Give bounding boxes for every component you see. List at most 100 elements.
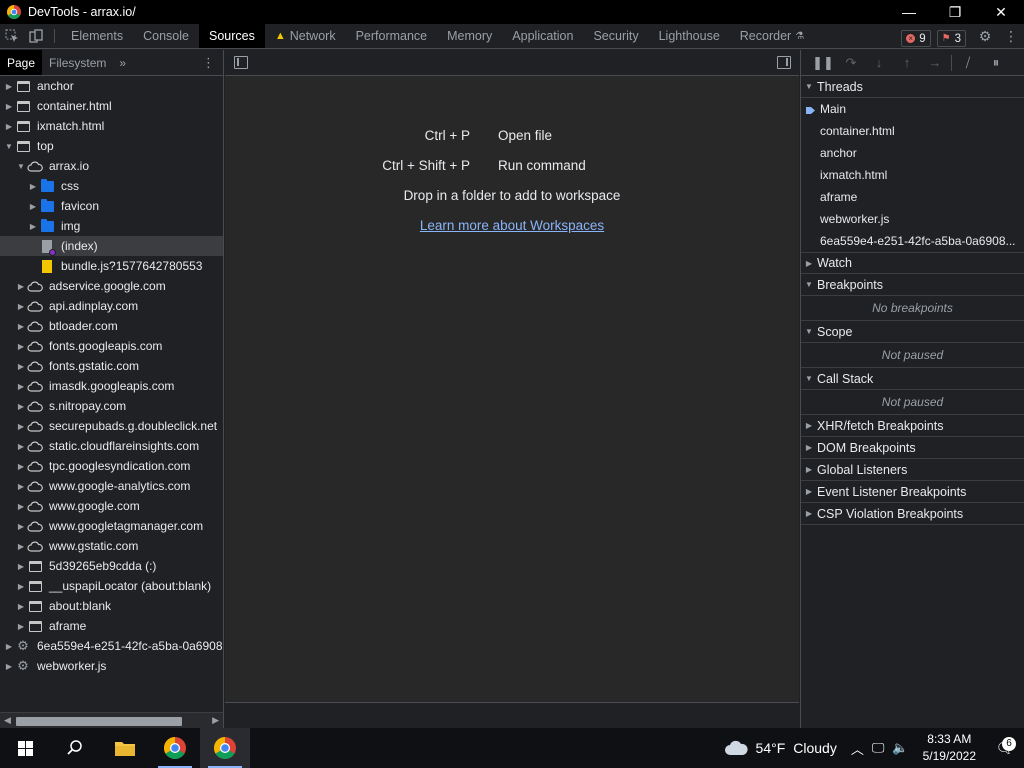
debugger-section-header[interactable]: ▶ Global Listeners <box>801 459 1024 481</box>
step-icon[interactable]: → <box>921 55 949 70</box>
tree-item[interactable]: ▶ btloader.com <box>0 316 223 336</box>
start-button[interactable] <box>0 728 50 768</box>
tree-item[interactable]: ▶ 5d39265eb9cdda (:) <box>0 556 223 576</box>
expand-arrow-icon[interactable]: ▶ <box>15 342 27 351</box>
scrollbar-thumb[interactable] <box>16 717 182 726</box>
step-out-icon[interactable]: ↑ <box>893 55 921 70</box>
expand-arrow-icon[interactable]: ▶ <box>15 362 27 371</box>
debugger-section-header[interactable]: ▶ DOM Breakpoints <box>801 437 1024 459</box>
expand-arrow-icon[interactable]: ▶ <box>15 622 27 631</box>
tree-item[interactable]: ▶ imasdk.googleapis.com <box>0 376 223 396</box>
expand-arrow-icon[interactable]: ▶ <box>15 542 27 551</box>
navigator-menu-icon[interactable]: ⋮ <box>202 55 215 71</box>
network-icon[interactable]: 🖵 <box>872 740 885 756</box>
step-over-icon[interactable]: ↷ <box>837 55 865 71</box>
expand-arrow-icon[interactable]: ▶ <box>15 322 27 331</box>
tab-elements[interactable]: Elements <box>61 24 133 48</box>
tree-item[interactable]: ▶ securepubads.g.doubleclick.net <box>0 416 223 436</box>
tree-item[interactable]: ▶ ixmatch.html <box>0 116 223 136</box>
debugger-section-header[interactable]: ▶ XHR/fetch Breakpoints <box>801 415 1024 437</box>
scroll-left-arrow-icon[interactable]: ◀ <box>4 715 11 726</box>
issues-count-badge[interactable]: ⚑ 3 <box>936 30 966 47</box>
tree-item[interactable]: bundle.js?1577642780553 <box>0 256 223 276</box>
tree-item[interactable]: ▶ fonts.gstatic.com <box>0 356 223 376</box>
toggle-debugger-icon[interactable] <box>777 56 791 69</box>
breakpoints-section-header[interactable]: ▼ Breakpoints <box>801 274 1024 296</box>
inspect-element-icon[interactable] <box>0 24 24 48</box>
debugger-section-header[interactable]: ▶ Event Listener Breakpoints <box>801 481 1024 503</box>
pause-resume-icon[interactable]: ❚❚ <box>809 55 837 71</box>
tree-item[interactable]: ▶ www.google.com <box>0 496 223 516</box>
thread-item[interactable]: ixmatch.html <box>801 164 1024 186</box>
tree-item[interactable]: ▶ s.nitropay.com <box>0 396 223 416</box>
expand-arrow-icon[interactable]: ▶ <box>15 522 27 531</box>
error-count-badge[interactable]: × 9 <box>901 30 931 47</box>
collapse-arrow-icon[interactable]: ▼ <box>15 162 27 171</box>
debugger-section-header[interactable]: ▶ CSP Violation Breakpoints <box>801 503 1024 525</box>
search-button[interactable] <box>50 728 100 768</box>
restore-button[interactable]: ❐ <box>932 0 978 24</box>
tab-page[interactable]: Page <box>0 50 43 75</box>
expand-arrow-icon[interactable]: ▶ <box>15 482 27 491</box>
expand-arrow-icon[interactable]: ▶ <box>15 462 27 471</box>
tab-application[interactable]: Application <box>502 24 583 48</box>
tab-lighthouse[interactable]: Lighthouse <box>649 24 730 48</box>
settings-gear-icon[interactable]: ⚙ <box>972 28 998 45</box>
tree-item[interactable]: ▶ adservice.google.com <box>0 276 223 296</box>
scroll-right-arrow-icon[interactable]: ▶ <box>212 715 219 726</box>
tree-item[interactable]: ▶ www.googletagmanager.com <box>0 516 223 536</box>
tree-item[interactable]: ▶ favicon <box>0 196 223 216</box>
close-button[interactable]: ✕ <box>978 0 1024 24</box>
expand-arrow-icon[interactable]: ▶ <box>15 502 27 511</box>
clock[interactable]: 8:33 AM 5/19/2022 <box>923 731 976 765</box>
tree-item[interactable]: ▶ fonts.googleapis.com <box>0 336 223 356</box>
chevron-up-icon[interactable]: ︿ <box>851 739 864 758</box>
chrome-taskbar-button[interactable] <box>150 728 200 768</box>
learn-workspaces-link[interactable]: Learn more about Workspaces <box>420 218 604 233</box>
pause-on-exceptions-icon[interactable]: ⏸ <box>982 55 1010 71</box>
expand-arrow-icon[interactable]: ▶ <box>3 642 15 651</box>
tree-item[interactable]: ▶ tpc.googlesyndication.com <box>0 456 223 476</box>
expand-arrow-icon[interactable]: ▶ <box>3 662 15 671</box>
thread-item[interactable]: 6ea559e4-e251-42fc-a5ba-0a6908... <box>801 230 1024 252</box>
tab-performance[interactable]: Performance <box>346 24 438 48</box>
expand-arrow-icon[interactable]: ▶ <box>3 102 15 111</box>
tab-filesystem[interactable]: Filesystem <box>42 50 113 75</box>
thread-item[interactable]: container.html <box>801 120 1024 142</box>
tree-item[interactable]: ▶ img <box>0 216 223 236</box>
tab-console[interactable]: Console <box>133 24 199 48</box>
tree-item[interactable]: ▶ aframe <box>0 616 223 636</box>
threads-section-header[interactable]: ▼ Threads <box>801 76 1024 98</box>
more-options-icon[interactable]: ⋮ <box>998 28 1024 45</box>
expand-arrow-icon[interactable]: ▶ <box>3 82 15 91</box>
tree-item[interactable]: ▶ __uspapiLocator (about:blank) <box>0 576 223 596</box>
deactivate-breakpoints-icon[interactable]: ⧸ <box>954 55 982 71</box>
notifications-button[interactable]: 🗨 6 <box>986 737 1024 757</box>
tree-item[interactable]: ▶ api.adinplay.com <box>0 296 223 316</box>
tree-item[interactable]: ▶ css <box>0 176 223 196</box>
thread-item[interactable]: webworker.js <box>801 208 1024 230</box>
tree-item[interactable]: ▶ container.html <box>0 96 223 116</box>
tree-item[interactable]: ▶ ⚙ webworker.js <box>0 656 223 676</box>
thread-item[interactable]: aframe <box>801 186 1024 208</box>
tree-item[interactable]: ▶ www.gstatic.com <box>0 536 223 556</box>
tree-item[interactable]: ▼ arrax.io <box>0 156 223 176</box>
tree-item[interactable]: (index) <box>0 236 223 256</box>
thread-item[interactable]: Main <box>801 98 1024 120</box>
weather-widget[interactable]: 54°F Cloudy <box>724 740 837 756</box>
toggle-navigator-icon[interactable] <box>234 56 248 69</box>
device-toggle-icon[interactable] <box>24 24 48 48</box>
tree-item[interactable]: ▶ static.cloudflareinsights.com <box>0 436 223 456</box>
expand-arrow-icon[interactable]: ▶ <box>15 402 27 411</box>
tree-item[interactable]: ▶ anchor <box>0 76 223 96</box>
expand-arrow-icon[interactable]: ▶ <box>15 422 27 431</box>
expand-arrow-icon[interactable]: ▶ <box>15 442 27 451</box>
chrome-devtools-taskbar-button[interactable] <box>200 728 250 768</box>
tab-memory[interactable]: Memory <box>437 24 502 48</box>
scope-section-header[interactable]: ▼ Scope <box>801 321 1024 343</box>
tab-network[interactable]: ▲ Network <box>265 24 346 48</box>
expand-arrow-icon[interactable]: ▶ <box>15 282 27 291</box>
tab-sources[interactable]: Sources <box>198 24 265 48</box>
tab-recorder[interactable]: Recorder ⚗ <box>730 24 814 48</box>
expand-arrow-icon[interactable]: ▶ <box>27 202 39 211</box>
